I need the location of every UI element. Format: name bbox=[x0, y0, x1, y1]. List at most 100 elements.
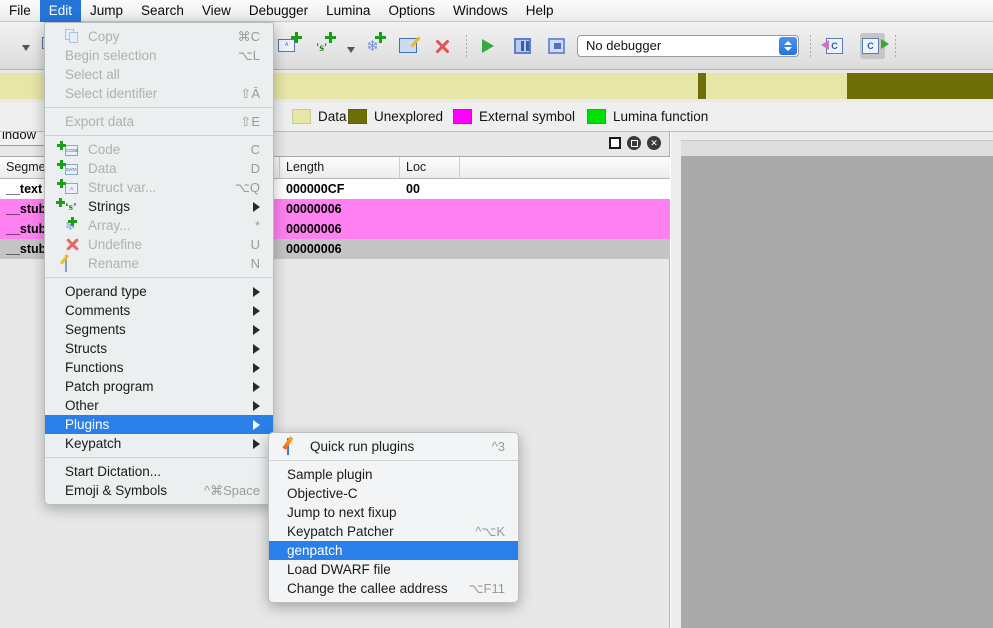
strings-icon: ‘s’ bbox=[56, 198, 81, 214]
rename-icon[interactable] bbox=[397, 33, 422, 59]
struct-var-icon[interactable]: A bbox=[277, 31, 302, 59]
maximize-icon[interactable] bbox=[609, 137, 621, 149]
make-code-icon: CODE bbox=[57, 141, 81, 157]
cell-length: 000000CF bbox=[286, 182, 345, 196]
menubar-item-label: Edit bbox=[48, 2, 73, 18]
menu-item-genpatch[interactable]: genpatch bbox=[269, 541, 518, 560]
submenu-arrow-icon bbox=[253, 381, 260, 392]
menu-item-label: Rename bbox=[88, 256, 140, 271]
back-arrow-icon[interactable] bbox=[0, 33, 13, 59]
menubar-item-jump[interactable]: Jump bbox=[81, 0, 132, 22]
menu-item-emoji-symbols[interactable]: Emoji & Symbols ^⌘Space bbox=[45, 481, 273, 500]
submenu-arrow-icon bbox=[253, 286, 260, 297]
menubar[interactable]: File Edit Jump Search View Debugger Lumina Opti… bbox=[0, 0, 993, 22]
menu-item-jump-to-next-fixup[interactable]: Jump to next fixup bbox=[269, 503, 518, 522]
set-config-out-icon[interactable]: C bbox=[860, 32, 889, 59]
legend-item-lumina-function: Lumina function bbox=[587, 109, 708, 124]
menu-item-segments[interactable]: Segments bbox=[45, 320, 273, 339]
menu-item-keypatch-patcher[interactable]: Keypatch Patcher ^⌥K bbox=[269, 522, 518, 541]
menubar-item-label: Options bbox=[388, 2, 435, 18]
menu-item-label: Jump to next fixup bbox=[287, 505, 397, 520]
menubar-item-view[interactable]: View bbox=[193, 0, 240, 22]
submenu-arrow-icon bbox=[253, 400, 260, 411]
menu-item-label: Comments bbox=[65, 303, 131, 318]
navband-segment-marker[interactable] bbox=[698, 73, 706, 99]
restore-icon[interactable] bbox=[627, 136, 641, 150]
menu-item-start-dictation[interactable]: Start Dictation... bbox=[45, 462, 273, 481]
navband-segment-data2[interactable] bbox=[706, 73, 847, 99]
cell-length: 00000006 bbox=[286, 202, 342, 216]
copy-icon bbox=[65, 29, 81, 44]
menu-item-strings[interactable]: ‘s’ Strings bbox=[45, 197, 273, 216]
menu-separator bbox=[269, 460, 518, 461]
menu-item-copy: Copy ⌘C bbox=[45, 27, 273, 46]
menubar-item-edit[interactable]: Edit bbox=[39, 0, 82, 22]
menu-item-other[interactable]: Other bbox=[45, 396, 273, 415]
menu-item-label: Keypatch Patcher bbox=[287, 524, 394, 539]
debugger-select-value: No debugger bbox=[586, 38, 662, 53]
menu-item-structs[interactable]: Structs bbox=[45, 339, 273, 358]
array-icon: ❄ bbox=[65, 217, 77, 233]
stop-icon[interactable] bbox=[545, 33, 570, 59]
submenu-arrow-icon bbox=[253, 201, 260, 212]
array-icon[interactable]: ❄ bbox=[363, 31, 388, 59]
menu-item-comments[interactable]: Comments bbox=[45, 301, 273, 320]
menu-item-label: Array... bbox=[88, 218, 131, 233]
menu-item-load-dwarf-file[interactable]: Load DWARF file bbox=[269, 560, 518, 579]
strings-icon[interactable]: 's' bbox=[314, 31, 339, 59]
menu-item-label: Structs bbox=[65, 341, 108, 356]
menu-item-label: Change the callee address bbox=[287, 581, 448, 596]
menu-item-keypatch[interactable]: Keypatch bbox=[45, 434, 273, 453]
legend-item-unexplored: Unexplored bbox=[348, 109, 443, 124]
undefine-icon[interactable] bbox=[431, 33, 456, 59]
make-data-icon: DATA bbox=[57, 160, 81, 176]
menu-item-shortcut: ⌥F11 bbox=[468, 580, 505, 596]
dropdown-arrow-icon[interactable] bbox=[19, 33, 33, 59]
menu-item-label: Undefine bbox=[88, 237, 143, 252]
column-header-loc[interactable]: Loc bbox=[400, 157, 460, 178]
menubar-item-label: Debugger bbox=[248, 2, 309, 18]
menu-item-label: Load DWARF file bbox=[287, 562, 391, 577]
menubar-item-search[interactable]: Search bbox=[132, 0, 193, 22]
pause-icon[interactable] bbox=[511, 33, 536, 59]
menu-item-operand-type[interactable]: Operand type bbox=[45, 282, 273, 301]
menu-item-struct-var: A Struct var... ⌥Q bbox=[45, 178, 273, 197]
menu-item-objective-c[interactable]: Objective-C bbox=[269, 484, 518, 503]
menubar-item-label: File bbox=[9, 2, 31, 18]
menu-item-sample-plugin[interactable]: Sample plugin bbox=[269, 465, 518, 484]
menubar-item-label: Help bbox=[525, 2, 554, 18]
column-header-length[interactable]: Length bbox=[280, 157, 400, 178]
run-icon[interactable] bbox=[477, 33, 502, 59]
menu-item-label: Export data bbox=[65, 114, 135, 129]
toolbar-separator bbox=[810, 34, 811, 57]
close-icon[interactable]: ✕ bbox=[647, 136, 661, 150]
menu-item-quick-run-plugins[interactable]: Quick run plugins ^3 bbox=[269, 437, 518, 456]
menu-item-label: Functions bbox=[65, 360, 124, 375]
chevron-updown-icon[interactable] bbox=[779, 36, 797, 55]
menu-item-label: Patch program bbox=[65, 379, 154, 394]
menubar-item-options[interactable]: Options bbox=[379, 0, 444, 22]
menubar-item-file[interactable]: File bbox=[0, 0, 40, 22]
set-config-in-icon[interactable]: C bbox=[821, 33, 849, 59]
menu-item-label: Copy bbox=[88, 29, 120, 44]
submenu-arrow-icon bbox=[253, 305, 260, 316]
menubar-item-lumina[interactable]: Lumina bbox=[317, 0, 379, 22]
menubar-item-windows[interactable]: Windows bbox=[444, 0, 517, 22]
debugger-select[interactable]: No debugger bbox=[577, 34, 799, 57]
menu-item-label: Strings bbox=[88, 199, 131, 214]
menu-item-rename: Rename N bbox=[45, 254, 273, 273]
legend-swatch-icon bbox=[292, 109, 311, 124]
submenu-arrow-icon bbox=[253, 419, 260, 430]
edit-menu-dropdown[interactable]: Copy ⌘C Begin selection ⌥L Select all Select … bbox=[44, 22, 274, 505]
menubar-item-debugger[interactable]: Debugger bbox=[240, 0, 317, 22]
menu-item-label: Operand type bbox=[65, 284, 147, 299]
menubar-item-help[interactable]: Help bbox=[517, 0, 563, 22]
submenu-arrow-icon bbox=[253, 438, 260, 449]
menu-item-functions[interactable]: Functions bbox=[45, 358, 273, 377]
menu-item-patch-program[interactable]: Patch program bbox=[45, 377, 273, 396]
menu-item-plugins[interactable]: Plugins bbox=[45, 415, 273, 434]
navband-segment-unexplored[interactable] bbox=[847, 73, 993, 99]
strings-dropdown-arrow-icon[interactable] bbox=[345, 33, 357, 59]
plugins-submenu[interactable]: Quick run plugins ^3 Sample plugin Objectiv… bbox=[268, 432, 519, 603]
menu-item-change-the-callee-address[interactable]: Change the callee address ⌥F11 bbox=[269, 579, 518, 598]
